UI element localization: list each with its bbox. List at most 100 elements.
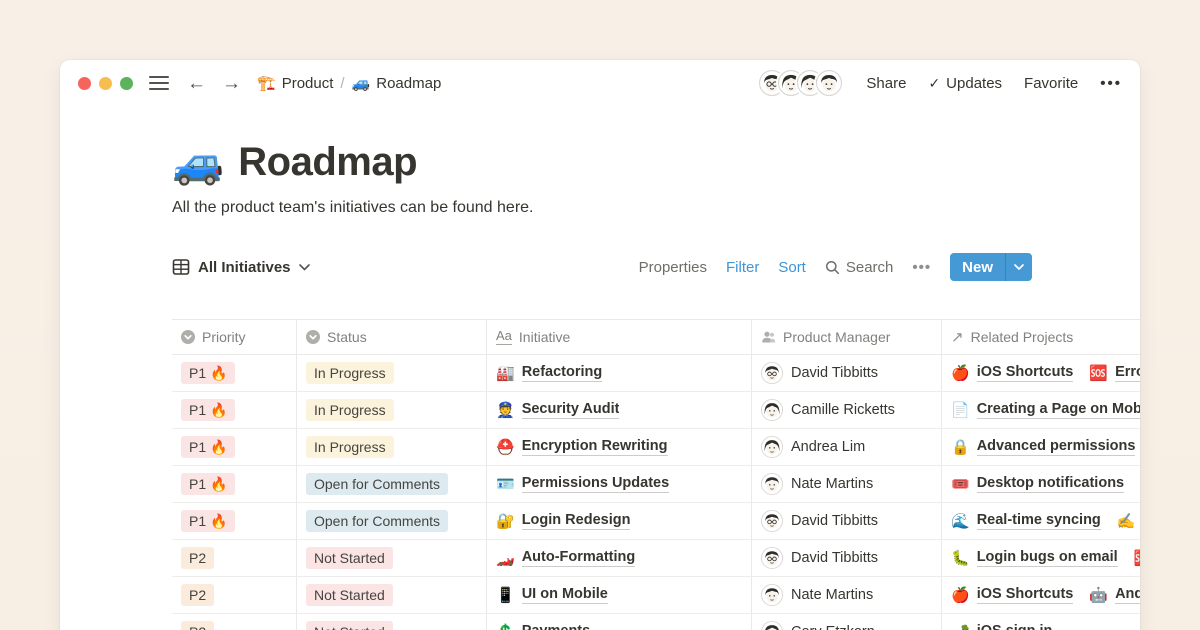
search-icon <box>825 260 840 275</box>
related-page-link[interactable]: 📄Creating a Page on Mob <box>951 401 1140 419</box>
column-header-related-projects[interactable]: ↗ Related Projects <box>942 320 1140 354</box>
initiative-title: Login Redesign <box>522 512 631 530</box>
view-more-icon[interactable]: ••• <box>912 259 931 276</box>
related-page-link[interactable]: 🥕iOS sign in <box>951 623 1052 630</box>
product-manager-cell: Cory Etzkorn <box>752 614 942 630</box>
status-cell[interactable]: Open for Comments <box>297 503 487 539</box>
related-page-link[interactable]: 🆘Erro <box>1089 364 1140 382</box>
filter-button[interactable]: Filter <box>726 259 759 276</box>
priority-cell[interactable]: P1 🔥 <box>172 429 297 465</box>
priority-pill: P1 🔥 <box>181 362 235 384</box>
table-row: P2Not Started 📱UI on Mobile Nate Martins 🍎i… <box>172 577 1140 614</box>
related-page-link[interactable]: 🔒Advanced permissions <box>951 438 1135 456</box>
breadcrumb-item-roadmap[interactable]: 🚙 Roadmap <box>352 74 442 92</box>
initiative-cell: 🔐Login Redesign <box>487 503 752 539</box>
related-title: And <box>1115 586 1140 604</box>
favorite-button[interactable]: Favorite <box>1024 75 1078 92</box>
related-icon: ✍️ <box>1117 512 1136 530</box>
person-name: David Tibbitts <box>791 513 878 529</box>
more-options-icon[interactable]: ••• <box>1100 75 1122 92</box>
column-label: Priority <box>202 329 246 345</box>
status-pill: Not Started <box>306 547 393 569</box>
priority-cell[interactable]: P1 🔥 <box>172 355 297 391</box>
related-page-link[interactable]: 🌊Real-time syncing <box>951 512 1101 530</box>
initiative-cell: 💲Payments <box>487 614 752 630</box>
forward-arrow-icon[interactable]: → <box>222 74 241 93</box>
breadcrumb-item-product[interactable]: 🏗️ Product <box>257 74 333 92</box>
select-property-icon <box>181 330 195 344</box>
status-cell[interactable]: Not Started <box>297 540 487 576</box>
related-page-link[interactable]: 🍎iOS Shortcuts <box>951 586 1073 604</box>
view-switcher[interactable]: All Initiatives <box>172 258 310 276</box>
column-label: Related Projects <box>971 329 1074 345</box>
page-car-icon[interactable]: 🚙 <box>172 142 224 184</box>
sort-button[interactable]: Sort <box>778 259 806 276</box>
viewer-avatars[interactable] <box>759 70 842 96</box>
related-page-link[interactable]: 🍎iOS Shortcuts <box>951 364 1073 382</box>
status-cell[interactable]: Not Started <box>297 577 487 613</box>
person-chip[interactable]: David Tibbitts <box>761 362 878 384</box>
close-window-icon[interactable] <box>78 77 91 90</box>
status-cell[interactable]: In Progress <box>297 392 487 428</box>
viewer-avatar[interactable] <box>816 70 842 96</box>
priority-cell[interactable]: P2 <box>172 540 297 576</box>
priority-cell[interactable]: P1 🔥 <box>172 466 297 502</box>
column-header-initiative[interactable]: AaInitiative <box>487 320 752 354</box>
column-header-priority[interactable]: Priority <box>172 320 297 354</box>
person-chip[interactable]: David Tibbitts <box>761 547 878 569</box>
updates-button[interactable]: ✓ Updates <box>928 75 1002 92</box>
related-page-link[interactable]: 🐛Login bugs on email <box>951 549 1118 567</box>
initiative-icon: 🏎️ <box>496 549 515 567</box>
initiative-page-link[interactable]: 💲Payments <box>496 623 590 630</box>
related-page-link[interactable]: 🆘 <box>1134 549 1140 567</box>
page-title[interactable]: Roadmap <box>238 140 417 185</box>
priority-cell[interactable]: P2 <box>172 577 297 613</box>
status-cell[interactable]: In Progress <box>297 429 487 465</box>
priority-cell[interactable]: P1 🔥 <box>172 392 297 428</box>
column-header-status[interactable]: Status <box>297 320 487 354</box>
initiative-page-link[interactable]: 👮Security Audit <box>496 401 619 419</box>
page-description[interactable]: All the product team's initiatives can b… <box>172 199 1140 217</box>
person-chip[interactable]: Cory Etzkorn <box>761 621 875 630</box>
sidebar-menu-icon[interactable] <box>149 76 169 90</box>
initiative-page-link[interactable]: 🏭Refactoring <box>496 364 602 382</box>
initiative-page-link[interactable]: 🔐Login Redesign <box>496 512 630 530</box>
priority-cell[interactable]: P1 🔥 <box>172 503 297 539</box>
related-page-link[interactable]: ✍️ <box>1117 512 1136 530</box>
status-cell[interactable]: Open for Comments <box>297 466 487 502</box>
breadcrumb-label: Product <box>282 75 334 92</box>
relation-property-icon: ↗ <box>951 328 964 346</box>
person-chip[interactable]: Andrea Lim <box>761 436 865 458</box>
table-row: P1 🔥In Progress 👮Security Audit Camille Ri… <box>172 392 1140 429</box>
related-page-link[interactable]: 🤖And <box>1089 586 1140 604</box>
person-name: Camille Ricketts <box>791 402 895 418</box>
person-chip[interactable]: Nate Martins <box>761 473 873 495</box>
minimize-window-icon[interactable] <box>99 77 112 90</box>
new-button[interactable]: New <box>950 253 1032 281</box>
initiative-page-link[interactable]: ⛑️Encryption Rewriting <box>496 438 668 456</box>
search-button[interactable]: Search <box>825 259 894 276</box>
avatar <box>761 510 783 532</box>
status-cell[interactable]: In Progress <box>297 355 487 391</box>
back-arrow-icon[interactable]: ← <box>187 74 206 93</box>
share-button[interactable]: Share <box>866 75 906 92</box>
related-icon: 🌊 <box>951 512 970 530</box>
column-header-product-manager[interactable]: Product Manager <box>752 320 942 354</box>
initiative-title: Auto-Formatting <box>522 549 636 567</box>
initiative-page-link[interactable]: 📱UI on Mobile <box>496 586 608 604</box>
new-dropdown-icon[interactable] <box>1006 253 1032 281</box>
related-projects-cell: 🍎iOS Shortcuts 🤖And <box>942 577 1140 613</box>
person-chip[interactable]: Nate Martins <box>761 584 873 606</box>
person-chip[interactable]: Camille Ricketts <box>761 399 895 421</box>
initiative-page-link[interactable]: 🪪Permissions Updates <box>496 475 669 493</box>
initiative-page-link[interactable]: 🏎️ Auto-Formatting <box>496 549 635 567</box>
priority-cell[interactable]: P2 <box>172 614 297 630</box>
initiative-icon: 🪪 <box>496 475 515 493</box>
person-property-icon <box>761 330 776 344</box>
properties-button[interactable]: Properties <box>639 259 707 276</box>
person-chip[interactable]: David Tibbitts <box>761 510 878 532</box>
status-cell[interactable]: Not Started <box>297 614 487 630</box>
maximize-window-icon[interactable] <box>120 77 133 90</box>
avatar <box>761 362 783 384</box>
related-page-link[interactable]: 🎟️Desktop notifications <box>951 475 1124 493</box>
